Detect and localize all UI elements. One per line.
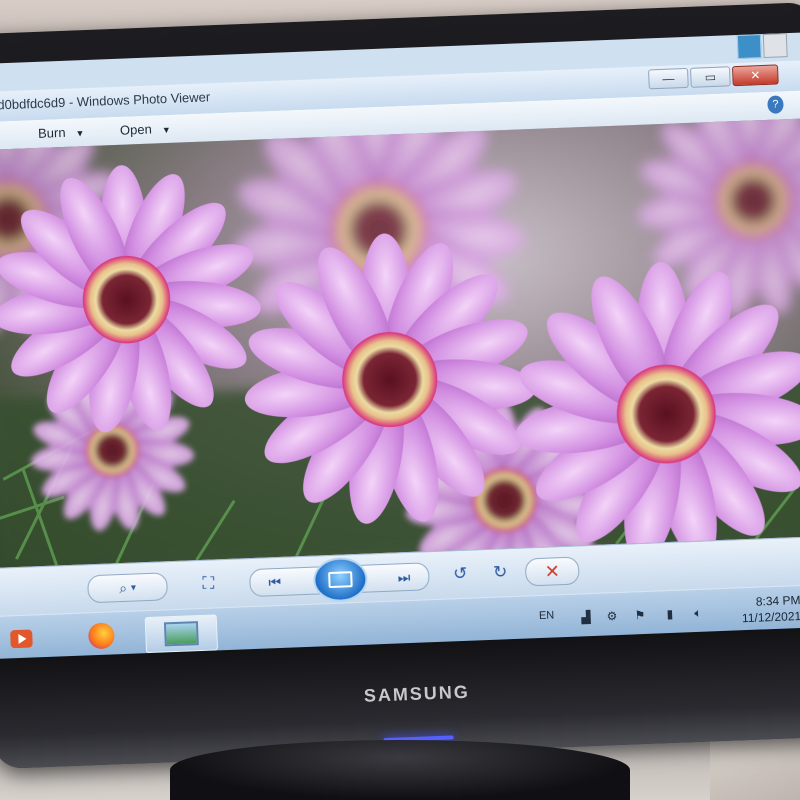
actual-size-icon[interactable]: ⛶ xyxy=(197,572,220,595)
language-indicator[interactable]: EN xyxy=(539,609,555,622)
monitor: 3bd0bdfdc6d9 - Windows Photo Viewer — ▭ … xyxy=(0,1,800,770)
magnifier-icon: ⌕ xyxy=(118,579,128,596)
window-buttons: — ▭ ✕ xyxy=(648,64,779,90)
maximize-button[interactable]: ▭ xyxy=(690,66,731,88)
previous-icon[interactable]: ⏮ xyxy=(268,573,281,590)
delete-button[interactable]: ✕ xyxy=(524,556,580,587)
chevron-down-icon: ▼ xyxy=(75,128,85,139)
clock-date: 11/12/2021 xyxy=(741,608,800,626)
monitor-stand xyxy=(170,740,630,800)
rotate-clockwise-icon[interactable]: ↻ xyxy=(489,561,512,584)
media-player-icon xyxy=(10,629,33,649)
minimize-button[interactable]: — xyxy=(648,67,689,90)
next-icon[interactable]: ⏭ xyxy=(397,568,410,585)
volume-icon[interactable]: 🔈︎ xyxy=(691,606,706,621)
rotate-counterclockwise-icon[interactable]: ↺ xyxy=(449,563,472,586)
window-title: 3bd0bdfdc6d9 - Windows Photo Viewer xyxy=(0,89,211,113)
action-center-flag-icon[interactable]: ⚑ xyxy=(633,608,648,623)
desktop-icons xyxy=(736,33,788,61)
close-button[interactable]: ✕ xyxy=(731,64,779,87)
desktop-app-icon[interactable] xyxy=(736,34,762,59)
menu-open[interactable]: Open ▼ xyxy=(120,121,171,138)
desktop-file-icon[interactable] xyxy=(762,33,788,58)
menu-burn[interactable]: Burn ▼ xyxy=(38,124,85,141)
taskbar-photo-viewer[interactable] xyxy=(144,614,219,654)
slideshow-button[interactable] xyxy=(312,556,369,603)
photo-display xyxy=(0,118,800,568)
screen: 3bd0bdfdc6d9 - Windows Photo Viewer — ▭ … xyxy=(0,32,800,664)
delete-icon: ✕ xyxy=(544,560,561,582)
firefox-icon xyxy=(87,622,115,650)
zoom-control[interactable]: ⌕ ▾ xyxy=(87,572,169,604)
flower-photo xyxy=(0,118,800,568)
taskbar-media-player[interactable] xyxy=(3,621,40,656)
power-icon[interactable]: ▮ xyxy=(663,607,678,622)
taskbar-firefox[interactable] xyxy=(83,618,120,653)
help-icon[interactable]: ? xyxy=(767,95,784,114)
update-icon[interactable]: ⚙ xyxy=(605,609,620,624)
network-icon[interactable]: ▟ xyxy=(579,610,594,625)
brand-logo: SAMSUNG xyxy=(363,681,471,706)
chevron-down-icon: ▼ xyxy=(161,124,171,136)
system-clock[interactable]: 8:34 PM 11/12/2021 xyxy=(741,592,800,626)
slideshow-icon xyxy=(328,571,353,589)
chevron-down-icon: ▾ xyxy=(130,581,137,594)
photo-viewer-icon xyxy=(163,621,199,647)
